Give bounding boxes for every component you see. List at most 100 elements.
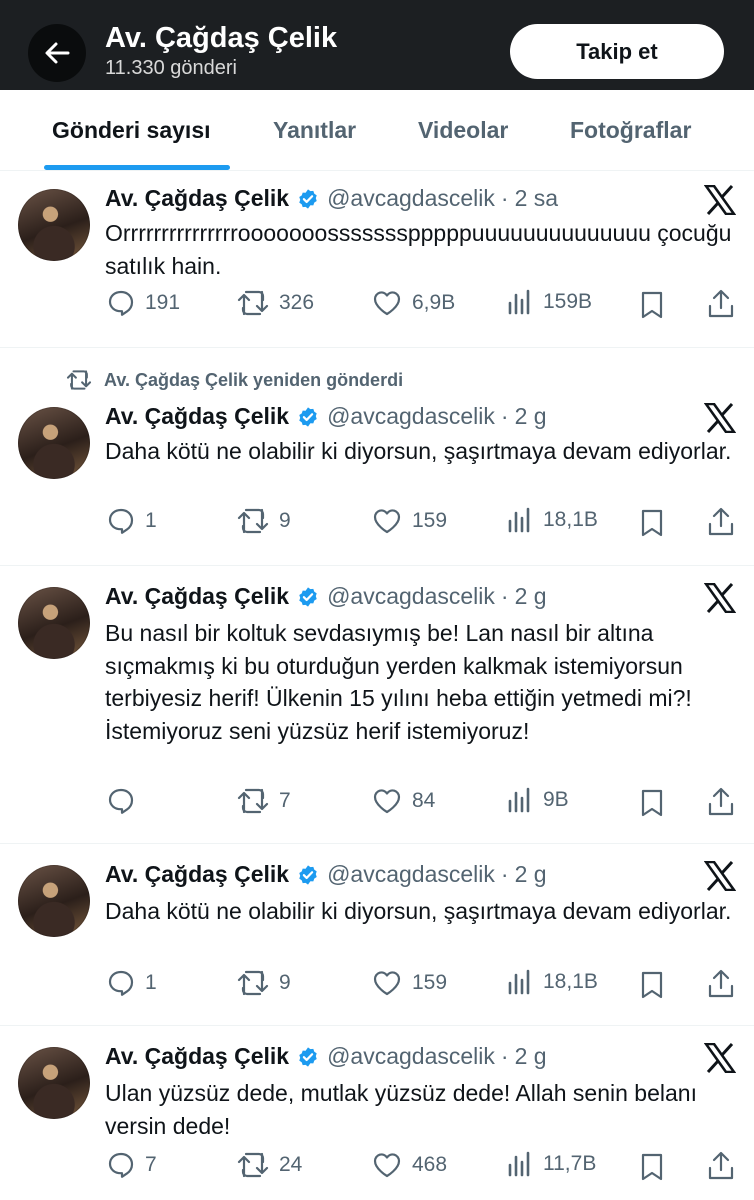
x-logo-icon[interactable] — [704, 1043, 736, 1073]
reply-button[interactable]: 1 — [107, 969, 157, 997]
author-handle[interactable]: @avcagdascelik — [327, 403, 495, 430]
tweet-header: Av. Çağdaş Çelik @avcagdascelik · 2 sa — [105, 185, 558, 212]
author-name[interactable]: Av. Çağdaş Çelik — [105, 1043, 289, 1070]
tab-photos[interactable]: Fotoğraflar — [570, 117, 691, 144]
reply-button[interactable]: 7 — [107, 1151, 157, 1179]
tweet-time[interactable]: 2 g — [515, 403, 547, 430]
x-logo-icon[interactable] — [704, 583, 736, 613]
retweet-button[interactable]: 7 — [237, 787, 291, 815]
author-handle[interactable]: @avcagdascelik — [327, 185, 495, 212]
retweet-button[interactable]: 9 — [237, 969, 291, 997]
retweet-icon — [237, 508, 269, 534]
back-button[interactable] — [28, 24, 86, 82]
x-logo-icon[interactable] — [704, 403, 736, 433]
views-button[interactable]: 9B — [507, 787, 569, 813]
avatar[interactable] — [18, 1047, 90, 1119]
share-icon[interactable] — [707, 969, 735, 999]
retweet-count: 9 — [279, 971, 291, 994]
tweet-text: Bu nasıl bir koltuk sevdasıymış be! Lan … — [105, 620, 692, 744]
reply-button[interactable]: 1 — [107, 507, 157, 535]
like-button[interactable]: 6,9B — [372, 289, 455, 317]
share-icon[interactable] — [707, 787, 735, 817]
tweet-text: Ulan yüzsüz dede, mutlak yüzsüz dede! Al… — [105, 1080, 697, 1139]
views-button[interactable]: 159B — [507, 289, 592, 315]
tweet[interactable]: Av. Çağdaş Çelik @avcagdascelik · 2 g Da… — [0, 843, 754, 1026]
active-tab-indicator — [44, 165, 230, 170]
x-logo-icon[interactable] — [704, 185, 736, 215]
reply-icon — [108, 1152, 134, 1178]
like-button[interactable]: 159 — [372, 969, 447, 997]
tweet-actions: 7 24 468 11,7B — [0, 1151, 754, 1185]
retweet-icon — [237, 290, 269, 316]
author-name[interactable]: Av. Çağdaş Çelik — [105, 185, 289, 212]
views-icon — [508, 969, 530, 995]
avatar[interactable] — [18, 189, 90, 261]
bookmark-icon[interactable] — [640, 1153, 664, 1181]
avatar[interactable] — [18, 407, 90, 479]
bookmark-icon[interactable] — [640, 291, 664, 319]
tweet-time[interactable]: 2 g — [515, 861, 547, 888]
retweet-button[interactable]: 326 — [237, 289, 314, 317]
bookmark-icon[interactable] — [640, 509, 664, 537]
like-button[interactable]: 84 — [372, 787, 435, 815]
tab-replies[interactable]: Yanıtlar — [273, 117, 356, 144]
reply-button[interactable]: 191 — [107, 289, 180, 317]
tweet-time[interactable]: 2 g — [515, 583, 547, 610]
views-button[interactable]: 11,7B — [507, 1151, 596, 1177]
tweet-actions: 191 326 6,9B 159B — [0, 289, 754, 323]
tweet-text: Daha kötü ne olabilir ki diyorsun, şaşır… — [105, 438, 732, 464]
views-button[interactable]: 18,1B — [507, 969, 598, 995]
author-name[interactable]: Av. Çağdaş Çelik — [105, 403, 289, 430]
share-icon[interactable] — [707, 507, 735, 537]
like-count: 159 — [412, 509, 448, 532]
tab-videos[interactable]: Videolar — [418, 117, 508, 144]
views-count: 18,1B — [543, 970, 598, 993]
heart-icon — [373, 1153, 401, 1178]
tweet-actions: 7 84 9B — [0, 787, 754, 821]
bookmark-icon[interactable] — [640, 971, 664, 999]
avatar[interactable] — [18, 587, 90, 659]
retweet-label[interactable]: Av. Çağdaş Çelik yeniden gönderdi — [104, 370, 403, 391]
tweet-time[interactable]: 2 sa — [515, 185, 558, 212]
tweet[interactable]: Av. Çağdaş Çelik @avcagdascelik · 2 sa O… — [0, 171, 754, 348]
views-count: 9B — [543, 788, 569, 811]
retweet-count: 9 — [279, 509, 291, 532]
tweet[interactable]: Av. Çağdaş Çelik @avcagdascelik · 2 g Ul… — [0, 1025, 754, 1200]
separator-dot: · — [500, 1043, 509, 1069]
post-count: 11.330 gönderi — [105, 57, 237, 79]
retweet-count: 326 — [279, 291, 315, 314]
reply-count: 1 — [145, 509, 157, 532]
author-name[interactable]: Av. Çağdaş Çelik — [105, 583, 289, 610]
tweet-header: Av. Çağdaş Çelik @avcagdascelik · 2 g — [105, 403, 547, 430]
tweet-text: Orrrrrrrrrrrrrrrooooooossssssspppppuuuuu… — [105, 220, 732, 279]
retweet-button[interactable]: 24 — [237, 1151, 302, 1179]
tweet[interactable]: Av. Çağdaş Çelik @avcagdascelik · 2 g Bu… — [0, 565, 754, 844]
follow-button[interactable]: Takip et — [510, 24, 724, 79]
share-icon[interactable] — [707, 1151, 735, 1181]
avatar[interactable] — [18, 865, 90, 937]
tab-posts[interactable]: Gönderi sayısı — [52, 117, 211, 144]
profile-name: Av. Çağdaş Çelik — [105, 22, 338, 54]
separator-dot: · — [500, 583, 509, 609]
author-handle[interactable]: @avcagdascelik — [327, 1043, 495, 1070]
tweet-time[interactable]: 2 g — [515, 1043, 547, 1070]
verified-badge-icon — [297, 864, 319, 886]
tweet[interactable]: Av. Çağdaş Çelik yeniden gönderdi Av. Ça… — [0, 347, 754, 566]
retweet-icon — [66, 370, 92, 390]
author-handle[interactable]: @avcagdascelik — [327, 861, 495, 888]
retweet-button[interactable]: 9 — [237, 507, 291, 535]
tweet-text: Daha kötü ne olabilir ki diyorsun, şaşır… — [105, 898, 732, 924]
author-handle[interactable]: @avcagdascelik — [327, 583, 495, 610]
views-icon — [508, 507, 530, 533]
reply-button[interactable] — [107, 787, 145, 815]
views-button[interactable]: 18,1B — [507, 507, 598, 533]
like-button[interactable]: 468 — [372, 1151, 447, 1179]
views-icon — [508, 787, 530, 813]
bookmark-icon[interactable] — [640, 789, 664, 817]
share-icon[interactable] — [707, 289, 735, 319]
x-logo-icon[interactable] — [704, 861, 736, 891]
retweet-icon — [237, 788, 269, 814]
views-count: 11,7B — [543, 1152, 597, 1175]
like-button[interactable]: 159 — [372, 507, 447, 535]
author-name[interactable]: Av. Çağdaş Çelik — [105, 861, 289, 888]
